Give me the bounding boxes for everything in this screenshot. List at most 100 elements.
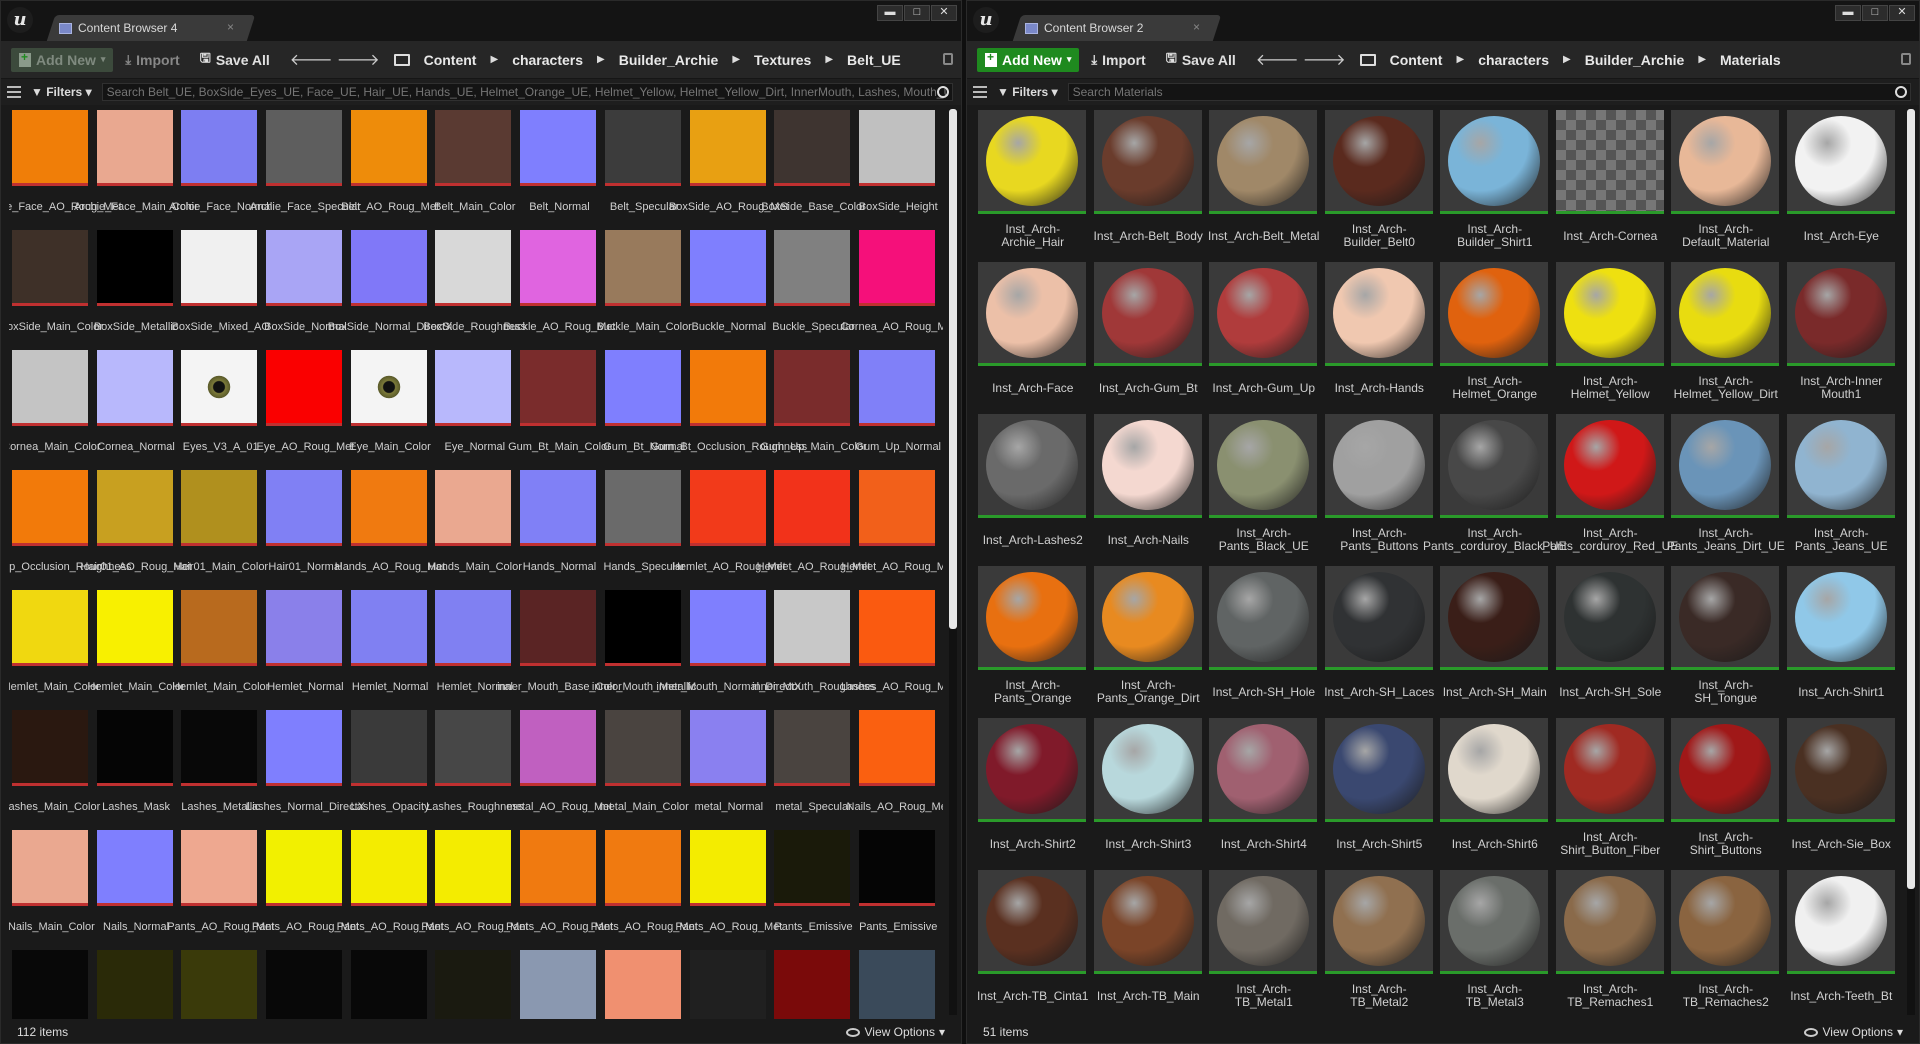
folder-icon[interactable] bbox=[1359, 53, 1376, 66]
texture-asset[interactable]: Buckle_AO_Roug_Met bbox=[504, 227, 615, 347]
material-asset[interactable]: Inst_Arch-Pants_Buttons bbox=[1322, 411, 1438, 563]
forward-arrow-icon[interactable]: 🡒 bbox=[1303, 49, 1346, 70]
texture-asset[interactable]: Hands_AO_Roug_Met bbox=[335, 467, 445, 587]
texture-asset[interactable]: Nails_AO_Roug_Met bbox=[847, 707, 943, 827]
material-asset[interactable]: Inst_Arch-Gum_Bt bbox=[1091, 259, 1207, 411]
texture-asset[interactable] bbox=[9, 947, 94, 1019]
texture-asset[interactable]: Eye_Main_Color bbox=[348, 347, 433, 467]
material-asset[interactable]: Inst_Arch-TB_Metal2 bbox=[1322, 867, 1438, 1019]
material-asset[interactable]: Inst_Arch-Belt_Body bbox=[1091, 107, 1207, 259]
material-asset[interactable]: Inst_Arch-Default_Material bbox=[1668, 107, 1784, 259]
texture-asset[interactable]: Pants_AO_Roug_Met bbox=[506, 827, 613, 947]
texture-asset[interactable]: BoxSide_Main_Color bbox=[9, 227, 103, 347]
texture-asset[interactable] bbox=[771, 947, 856, 1019]
scrollbar[interactable] bbox=[1907, 109, 1915, 1015]
material-asset[interactable]: Inst_Arch-SH_Tongue bbox=[1668, 563, 1784, 715]
filters-button[interactable]: ▼ Filters ▾ bbox=[993, 85, 1062, 99]
material-asset[interactable]: Inst_Arch-Gum_Up bbox=[1206, 259, 1322, 411]
breadcrumb-separator-icon[interactable]: ▶ bbox=[593, 54, 609, 65]
texture-asset[interactable]: Eyes_V3_A_01 bbox=[178, 347, 263, 467]
breadcrumb-separator-icon[interactable]: ▶ bbox=[1559, 54, 1575, 65]
texture-asset[interactable]: Cornea_Main_Color bbox=[9, 347, 101, 467]
search-input[interactable] bbox=[101, 83, 953, 101]
texture-asset[interactable]: inner_Mouth_Base_Color bbox=[497, 587, 622, 707]
texture-asset[interactable]: Eye_Normal bbox=[432, 347, 517, 467]
breadcrumb-materials[interactable]: Materials bbox=[1714, 52, 1787, 68]
material-asset[interactable]: Inst_Arch-Pants_Orange_Dirt bbox=[1091, 563, 1207, 715]
material-asset[interactable]: Inst_Arch-Helmet_Yellow bbox=[1553, 259, 1669, 411]
texture-asset[interactable]: Pants_Emissive bbox=[771, 827, 856, 947]
material-asset[interactable]: Inst_Arch-Lashes2 bbox=[975, 411, 1091, 563]
texture-asset[interactable]: BoxSide_Mixed_AO bbox=[172, 227, 270, 347]
texture-asset[interactable] bbox=[432, 947, 517, 1019]
import-button[interactable]: ⤓ Import bbox=[117, 48, 187, 72]
close-window-button[interactable]: ✕ bbox=[1889, 5, 1915, 21]
texture-asset[interactable]: Lashes_Normal_DirectX bbox=[246, 707, 365, 827]
texture-asset[interactable]: metal_AO_Roug_Met bbox=[507, 707, 612, 827]
texture-asset[interactable]: Lashes_Main_Color bbox=[9, 707, 100, 827]
texture-asset[interactable]: Gum_Up_Main_Color bbox=[760, 347, 867, 467]
texture-asset[interactable]: Hemlet_Main_Color bbox=[87, 587, 185, 707]
texture-asset[interactable]: Buckle_Main_Color bbox=[596, 227, 692, 347]
material-asset[interactable]: Inst_Arch-TB_Metal3 bbox=[1437, 867, 1553, 1019]
material-asset[interactable]: Inst_Arch-TB_Main bbox=[1091, 867, 1207, 1019]
material-asset[interactable]: Inst_Arch-Shirt_Button_Fiber bbox=[1553, 715, 1669, 867]
breadcrumb-separator-icon[interactable]: ▶ bbox=[728, 54, 744, 65]
material-asset[interactable]: Inst_Arch-Face bbox=[975, 259, 1091, 411]
maximize-button[interactable]: □ bbox=[1862, 5, 1888, 21]
scrollbar-thumb[interactable] bbox=[949, 109, 957, 629]
folder-icon[interactable] bbox=[393, 53, 410, 66]
breadcrumb-content[interactable]: Content bbox=[1384, 52, 1449, 68]
texture-asset[interactable]: Buckle_Normal bbox=[687, 227, 772, 347]
material-asset[interactable]: Inst_Arch-SH_Sole bbox=[1553, 563, 1669, 715]
breadcrumb-separator-icon[interactable]: ▶ bbox=[1452, 54, 1468, 65]
close-tab-icon[interactable]: × bbox=[1193, 20, 1200, 34]
texture-asset[interactable]: Nails_Normal bbox=[94, 827, 179, 947]
texture-asset[interactable]: Hemlet_Normal bbox=[348, 587, 433, 707]
texture-asset[interactable]: Pants_AO_Roug_Met bbox=[421, 827, 528, 947]
material-asset[interactable]: Inst_Arch-Shirt6 bbox=[1437, 715, 1553, 867]
texture-asset[interactable]: Hemlet_Normal bbox=[263, 587, 348, 707]
texture-asset[interactable]: Hair01_Main_Color bbox=[173, 467, 268, 587]
breadcrumb-characters[interactable]: characters bbox=[1472, 52, 1555, 68]
sources-panel-icon[interactable] bbox=[7, 86, 21, 98]
material-asset[interactable]: Inst_Arch-Pants_Orange bbox=[975, 563, 1091, 715]
material-asset[interactable]: Inst_Arch-Teeth_Bt bbox=[1784, 867, 1900, 1019]
texture-asset[interactable]: Hemlet_AO_Roug_Met bbox=[841, 467, 943, 587]
filters-button[interactable]: ▼ Filters ▾ bbox=[27, 85, 96, 99]
material-asset[interactable]: Inst_Arch-Cornea bbox=[1553, 107, 1669, 259]
maximize-button[interactable]: □ bbox=[904, 5, 930, 21]
texture-asset[interactable]: Pants_Emissive bbox=[856, 827, 941, 947]
texture-asset[interactable]: Archie_Face_Specular bbox=[250, 107, 361, 227]
texture-asset[interactable]: metal_Normal bbox=[687, 707, 772, 827]
texture-asset[interactable]: Lashes_AO_Roug_Met bbox=[841, 587, 943, 707]
material-asset[interactable]: Inst_Arch-Pants_corduroy_Black_UE bbox=[1423, 411, 1566, 563]
sources-panel-icon[interactable] bbox=[973, 86, 987, 98]
material-asset[interactable]: Inst_Arch-Belt_Metal bbox=[1206, 107, 1322, 259]
material-asset[interactable]: Inst_Arch-TB_Metal1 bbox=[1206, 867, 1322, 1019]
texture-asset[interactable]: Gum_Bt_Occlusion_Roughness bbox=[651, 347, 807, 467]
material-asset[interactable]: Inst_Arch-Pants_Black_UE bbox=[1206, 411, 1322, 563]
texture-asset[interactable]: Lashes_Opacity bbox=[348, 707, 433, 827]
texture-asset[interactable] bbox=[517, 947, 602, 1019]
material-asset[interactable]: Inst_Arch-SH_Main bbox=[1437, 563, 1553, 715]
scrollbar-thumb[interactable] bbox=[1907, 109, 1915, 889]
texture-asset[interactable]: Nails_Main_Color bbox=[9, 827, 95, 947]
texture-asset[interactable]: Lashes_Mask bbox=[94, 707, 179, 827]
material-asset[interactable]: Inst_Arch-Shirt5 bbox=[1322, 715, 1438, 867]
texture-asset[interactable]: BoxSide_AO_Roug_Met bbox=[669, 107, 789, 227]
material-asset[interactable]: Inst_Arch-Eye bbox=[1784, 107, 1900, 259]
material-asset[interactable]: Inst_Arch-Pants_Jeans_Dirt_UE bbox=[1667, 411, 1785, 563]
breadcrumb-content[interactable]: Content bbox=[418, 52, 483, 68]
material-asset[interactable]: Inst_Arch-Shirt1 bbox=[1784, 563, 1900, 715]
material-asset[interactable]: Inst_Arch-TB_Remaches2 bbox=[1668, 867, 1784, 1019]
texture-asset[interactable]: BoxSide_Metallic bbox=[94, 227, 179, 347]
breadcrumb-characters[interactable]: characters bbox=[506, 52, 589, 68]
save-all-button[interactable]: 🖫 Save All bbox=[1158, 48, 1244, 72]
close-tab-icon[interactable]: × bbox=[227, 20, 234, 34]
breadcrumb-builder-archie[interactable]: Builder_Archie bbox=[1579, 52, 1691, 68]
material-asset[interactable]: Inst_Arch-Archie_Hair bbox=[975, 107, 1091, 259]
material-asset[interactable]: Inst_Arch-Helmet_Yellow_Dirt bbox=[1668, 259, 1784, 411]
texture-asset[interactable]: Lashes_Roughness bbox=[426, 707, 523, 827]
material-asset[interactable]: Inst_Arch-Shirt3 bbox=[1091, 715, 1207, 867]
